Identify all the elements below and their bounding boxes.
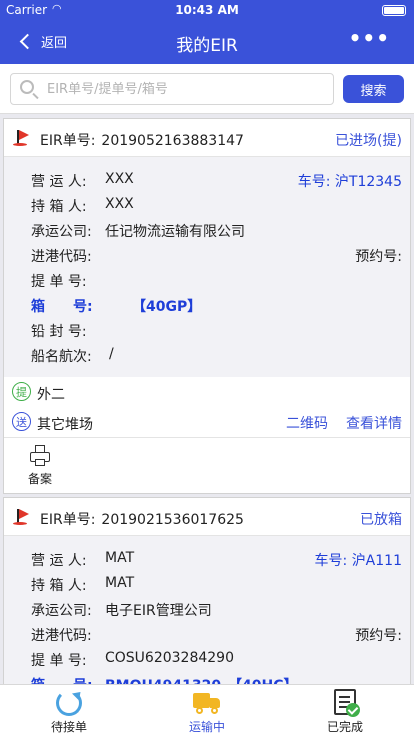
- search-button[interactable]: 搜索: [343, 75, 404, 103]
- seal-row: 铅 封 号:: [4, 317, 410, 342]
- carrier-row: 承运公司: 任记物流运输有限公司: [4, 217, 410, 242]
- printer-icon: [30, 445, 50, 467]
- top-bar: Carrier ◠ 10:43 AM 返回 我的EIR •••: [0, 0, 414, 64]
- plate-label: 车号:: [314, 553, 348, 569]
- operator-row: 营 运 人: MAT 车号: 沪A111: [4, 546, 410, 571]
- status-bar: Carrier ◠ 10:43 AM: [0, 0, 414, 20]
- eir-value: 2019052163883147: [101, 133, 244, 149]
- eir-label: EIR单号:: [40, 133, 96, 149]
- plate-field: 车号: 沪A111: [315, 550, 402, 570]
- container-row: 箱 号: 【40GP】: [4, 292, 410, 317]
- search-bar: 搜索: [0, 64, 414, 114]
- seal-label: 铅 封 号:: [31, 324, 87, 340]
- operator-row: 营 运 人: XXX 车号: 沪T12345: [4, 167, 410, 192]
- vessel-label: 船名航次:: [31, 349, 92, 365]
- clock: 10:43 AM: [175, 3, 239, 17]
- tab-completed-label: 已完成: [326, 720, 363, 734]
- view-detail-link[interactable]: 查看详情: [346, 413, 402, 433]
- eir-value: 2019021536017625: [101, 512, 244, 528]
- vessel-row: 船名航次: /: [4, 342, 410, 367]
- backup-button[interactable]: 备案: [20, 445, 60, 487]
- holder-row: 持 箱 人: MAT: [4, 571, 410, 596]
- pickup-row: 提 外二: [4, 377, 410, 407]
- card-details: 营 运 人: XXX 车号: 沪T12345 持 箱 人: XXX 承运公司: …: [4, 157, 410, 377]
- delivery-row: 送 其它堆场 二维码 查看详情: [4, 407, 410, 437]
- bill-value: COSU6203284290: [105, 650, 235, 666]
- card-details: 营 运 人: MAT 车号: 沪A111 持 箱 人: MAT 承运公司: 电子…: [4, 536, 410, 686]
- vessel-value: /: [109, 346, 114, 362]
- tab-completed[interactable]: 已完成: [276, 685, 414, 736]
- flag-icon: [13, 129, 31, 147]
- search-box: [10, 73, 334, 105]
- battery-icon: [382, 5, 406, 16]
- delivery-place: 其它堆场: [37, 417, 93, 433]
- plate-value: 沪T12345: [334, 174, 402, 190]
- eir-card[interactable]: EIR单号: 2019021536017625 已放箱 营 运 人: MAT 车号…: [3, 497, 411, 687]
- refresh-icon: [56, 690, 82, 716]
- carrier-company-label: 承运公司:: [31, 224, 92, 240]
- reservation-label: 预约号:: [355, 628, 402, 644]
- operator-label: 营 运 人:: [31, 174, 87, 190]
- holder-label: 持 箱 人:: [31, 199, 87, 215]
- port-code-label: 进港代码:: [31, 628, 92, 644]
- eir-number: EIR单号: 2019021536017625: [40, 509, 244, 529]
- bill-label: 提 单 号:: [31, 653, 87, 669]
- eir-label: EIR单号:: [40, 512, 96, 528]
- container-label: 箱 号:: [31, 299, 93, 315]
- carrier-company-label: 承运公司:: [31, 603, 92, 619]
- card-header: EIR单号: 2019052163883147 已进场(提): [4, 119, 410, 157]
- search-icon: [20, 80, 34, 94]
- carrier-company-value: 电子EIR管理公司: [105, 603, 212, 619]
- truck-icon: [193, 693, 221, 715]
- card-header: EIR单号: 2019021536017625 已放箱: [4, 498, 410, 536]
- qr-code-link[interactable]: 二维码: [286, 413, 328, 433]
- holder-value: MAT: [105, 575, 135, 591]
- tab-in-transit-label: 运输中: [188, 720, 225, 734]
- eir-number: EIR单号: 2019052163883147: [40, 130, 244, 150]
- delivery-badge-icon: 送: [12, 412, 31, 431]
- flag-icon: [13, 508, 31, 526]
- plate-value: 沪A111: [351, 553, 402, 569]
- tab-bar: 待接单 运输中 已完成: [0, 684, 414, 736]
- tab-pending-label: 待接单: [50, 720, 87, 734]
- card-actions: 备案: [4, 437, 410, 493]
- more-menu-button[interactable]: •••: [349, 26, 390, 50]
- bill-label: 提 单 号:: [31, 274, 87, 290]
- operator-label: 营 运 人:: [31, 553, 87, 569]
- holder-label: 持 箱 人:: [31, 578, 87, 594]
- pickup-place: 外二: [37, 387, 65, 403]
- holder-value: XXX: [105, 196, 134, 212]
- port-code-label: 进港代码:: [31, 249, 92, 265]
- tab-in-transit[interactable]: 运输中: [138, 685, 276, 736]
- backup-label: 备案: [27, 472, 52, 486]
- port-code-row: 进港代码: 预约号:: [4, 621, 410, 646]
- plate-label: 车号:: [297, 174, 331, 190]
- operator-value: MAT: [105, 550, 135, 566]
- reservation-label: 预约号:: [355, 249, 402, 265]
- holder-row: 持 箱 人: XXX: [4, 192, 410, 217]
- nav-bar: 返回 我的EIR •••: [0, 20, 414, 64]
- completed-document-icon: [334, 689, 360, 717]
- bill-row: 提 单 号: COSU6203284290: [4, 646, 410, 671]
- tab-pending[interactable]: 待接单: [0, 685, 138, 736]
- status-badge: 已放箱: [360, 512, 402, 528]
- plate-field: 车号: 沪T12345: [298, 171, 402, 191]
- container-value: 【40GP】: [132, 299, 202, 315]
- status-badge: 已进场(提): [335, 133, 402, 149]
- pickup-badge-icon: 提: [12, 382, 31, 401]
- operator-value: XXX: [105, 171, 134, 187]
- bill-row: 提 单 号:: [4, 267, 410, 292]
- card-links: 二维码 查看详情: [286, 413, 402, 433]
- carrier-company-value: 任记物流运输有限公司: [105, 224, 245, 240]
- eir-card[interactable]: EIR单号: 2019052163883147 已进场(提) 营 运 人: XXX…: [3, 118, 411, 494]
- carrier-row: 承运公司: 电子EIR管理公司: [4, 596, 410, 621]
- search-input[interactable]: [47, 78, 327, 100]
- port-code-row: 进港代码: 预约号:: [4, 242, 410, 267]
